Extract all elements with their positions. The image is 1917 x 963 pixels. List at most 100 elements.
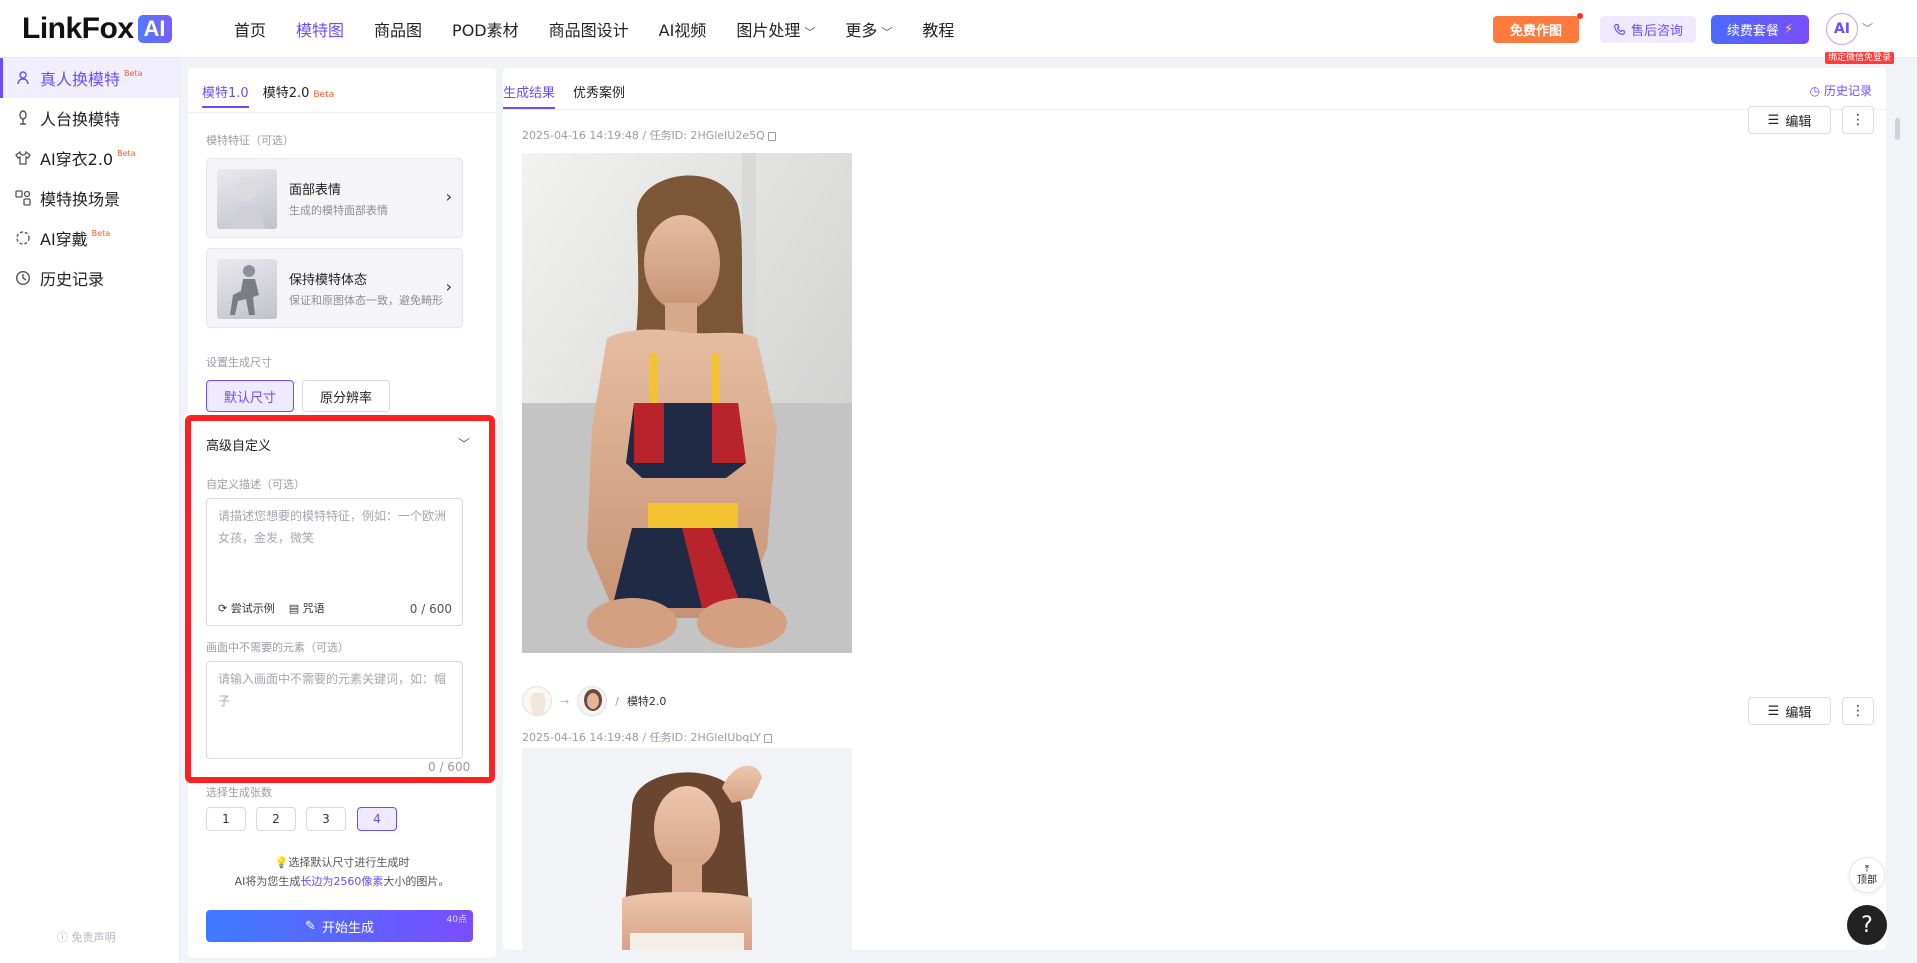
arrow-right-icon: → [560,694,570,708]
results-scrollbar[interactable] [1895,118,1900,140]
magic-wand-icon: ✎ [305,918,316,934]
nav-item-tutorial[interactable]: 教程 [922,17,954,41]
result-image[interactable] [522,748,852,950]
clock-icon: ◷ [1809,84,1821,98]
facial-expression-card[interactable]: 面部表情 生成的模特面部表情 › [206,158,463,238]
more-options-button[interactable]: ⋮ [1842,106,1874,134]
garment-thumbnail[interactable] [522,686,552,716]
history-link[interactable]: ◷ 历史记录 [1810,82,1872,99]
edit-button[interactable]: ☰ 编辑 [1748,106,1831,134]
count-option-1[interactable]: 1 [206,807,246,831]
copy-icon[interactable] [763,733,772,743]
tab-generated-results[interactable]: 生成结果 [503,82,556,109]
disclaimer-link[interactable]: ⓘ 免责声明 [57,929,116,945]
size-tip-line1: 💡选择默认尺寸进行生成时 [274,856,410,869]
phrases-button[interactable]: ▤ 咒语 [289,600,325,616]
sliders-icon: ☰ [1767,703,1780,719]
clock-icon [14,269,32,287]
more-vertical-icon: ⋮ [1851,112,1865,128]
help-button[interactable]: ? [1847,905,1887,945]
custom-desc-label: 自定义描述（可选） [206,478,305,491]
chevron-down-icon: ﹀ [881,26,893,39]
card-title: 面部表情 [289,183,342,198]
left-sidebar: 真人换模特 Beta 人台换模特 AI穿衣2.0 Beta 模特换场景 AI穿戴 Be… [0,58,180,963]
feature-label: 模特特征（可选） [206,134,294,147]
try-example-button[interactable]: ⟳ 尝试示例 [218,600,275,616]
model-thumbnail[interactable] [577,686,608,716]
sliders-icon: ☰ [1767,112,1780,128]
mannequin-icon [14,109,32,127]
after-sales-button[interactable]: 售后咨询 [1600,16,1696,43]
sidebar-item-history[interactable]: 历史记录 [0,258,179,298]
result-image[interactable] [522,153,852,653]
book-icon: ▤ [288,602,300,615]
chevron-down-icon[interactable]: ﹀ [458,435,470,452]
linkfox-logo[interactable]: LinkFox AI [22,12,172,46]
top-nav-bar: LinkFox AI 首页 模特图 商品图 POD素材 商品图设计 AI视频 图… [0,0,1917,64]
tab-model-2[interactable]: 模特2.0 Beta [263,82,334,108]
result-meta: 2025-04-16 14:19:48 / 任务ID: 2HGleIUbqLY [522,729,772,745]
advanced-custom-title[interactable]: 高级自定义 [206,435,271,454]
keep-pose-thumbnail [217,259,277,319]
original-resolution-button[interactable]: 原分辨率 [302,380,390,412]
copy-icon[interactable] [767,131,776,141]
count-option-2[interactable]: 2 [256,807,296,831]
nav-item-image-processing[interactable]: 图片处理 ﹀ [736,17,815,41]
char-count: 0 / 600 [409,602,452,616]
tab-model-1[interactable]: 模特1.0 [202,82,249,108]
negative-label: 画面中不需要的元素（可选） [206,641,349,654]
custom-desc-input[interactable]: 请描述您想要的模特特征，例如：一个欧洲女孩，金发，微笑 ⟳ 尝试示例 ▤ 咒语 … [206,498,463,626]
phone-icon [1614,24,1625,35]
nav-item-pod-assets[interactable]: POD素材 [452,17,519,41]
size-tip-line2: AI将为您生成长边为2560像素大小的图片。 [234,875,450,888]
size-label: 设置生成尺寸 [206,356,272,369]
facial-expression-thumbnail [217,169,277,229]
main-nav: 首页 模特图 商品图 POD素材 商品图设计 AI视频 图片处理 ﹀ 更多 ﹀ 教程 [234,0,984,58]
nav-item-product-design[interactable]: 商品图设计 [549,17,629,41]
back-to-top-button[interactable]: ⤒ 顶部 [1849,857,1885,893]
card-title: 保持模特体态 [289,273,368,288]
chevron-right-icon: › [445,187,452,206]
negative-placeholder: 请输入画面中不需要的元素关键词，如：帽子 [218,672,447,708]
logo-badge: AI [137,15,172,43]
nav-item-home[interactable]: 首页 [234,17,266,41]
card-desc: 生成的模特面部表情 [289,204,388,217]
sidebar-item-real-model-swap[interactable]: 真人换模特 Beta [0,58,179,98]
chevron-down-icon: ﹀ [804,26,816,39]
arrow-up-icon: ⤒ [1864,864,1870,875]
separator: / [615,694,619,708]
tab-showcase[interactable]: 优秀案例 [573,82,625,101]
negative-elements-input[interactable]: 请输入画面中不需要的元素关键词，如：帽子 [206,661,463,759]
wechat-login-tag[interactable]: 绑定微信免登录 [1825,52,1895,64]
sidebar-item-scene-swap[interactable]: 模特换场景 [0,178,179,218]
sidebar-item-mannequin-model[interactable]: 人台换模特 [0,98,179,138]
result-header: → / 模特2.0 [522,685,666,717]
notification-dot [1577,13,1583,19]
shirt-icon [14,149,32,167]
sidebar-item-ai-dressing[interactable]: AI穿衣2.0 Beta [0,138,179,178]
custom-desc-placeholder: 请描述您想要的模特特征，例如：一个欧洲女孩，金发，微笑 [218,509,447,545]
count-label: 选择生成张数 [206,786,272,799]
more-vertical-icon: ⋮ [1851,703,1865,719]
chevron-right-icon: › [445,277,452,296]
nav-item-ai-video[interactable]: AI视频 [659,17,707,41]
textbox-tools: ⟳ 尝试示例 ▤ 咒语 [218,600,325,616]
start-generate-button[interactable]: ✎ 开始生成 40点 [206,910,473,942]
keep-pose-card[interactable]: 保持模特体态 保证和原图体态一致，避免畸形 › [206,248,463,328]
lightbulb-icon: 💡 [274,856,289,869]
nav-item-model-image[interactable]: 模特图 [296,17,344,41]
default-size-button[interactable]: 默认尺寸 [206,380,294,412]
divider [188,112,496,113]
renew-plan-button[interactable]: 续费套餐 ⚡ [1711,15,1809,44]
nav-item-product-image[interactable]: 商品图 [374,17,422,41]
nav-item-more[interactable]: 更多 ﹀ [845,17,892,41]
count-option-3[interactable]: 3 [306,807,346,831]
edit-button[interactable]: ☰ 编辑 [1748,697,1831,725]
chevron-down-icon[interactable]: ﹀ [1862,20,1873,36]
free-create-button[interactable]: 免费作图 [1493,13,1583,43]
more-options-button[interactable]: ⋮ [1842,697,1874,725]
sidebar-item-ai-wear[interactable]: AI穿戴 Beta [0,218,179,258]
avatar[interactable]: AI [1826,13,1858,45]
char-count: 0 / 600 [428,760,471,774]
count-option-4[interactable]: 4 [357,807,397,831]
